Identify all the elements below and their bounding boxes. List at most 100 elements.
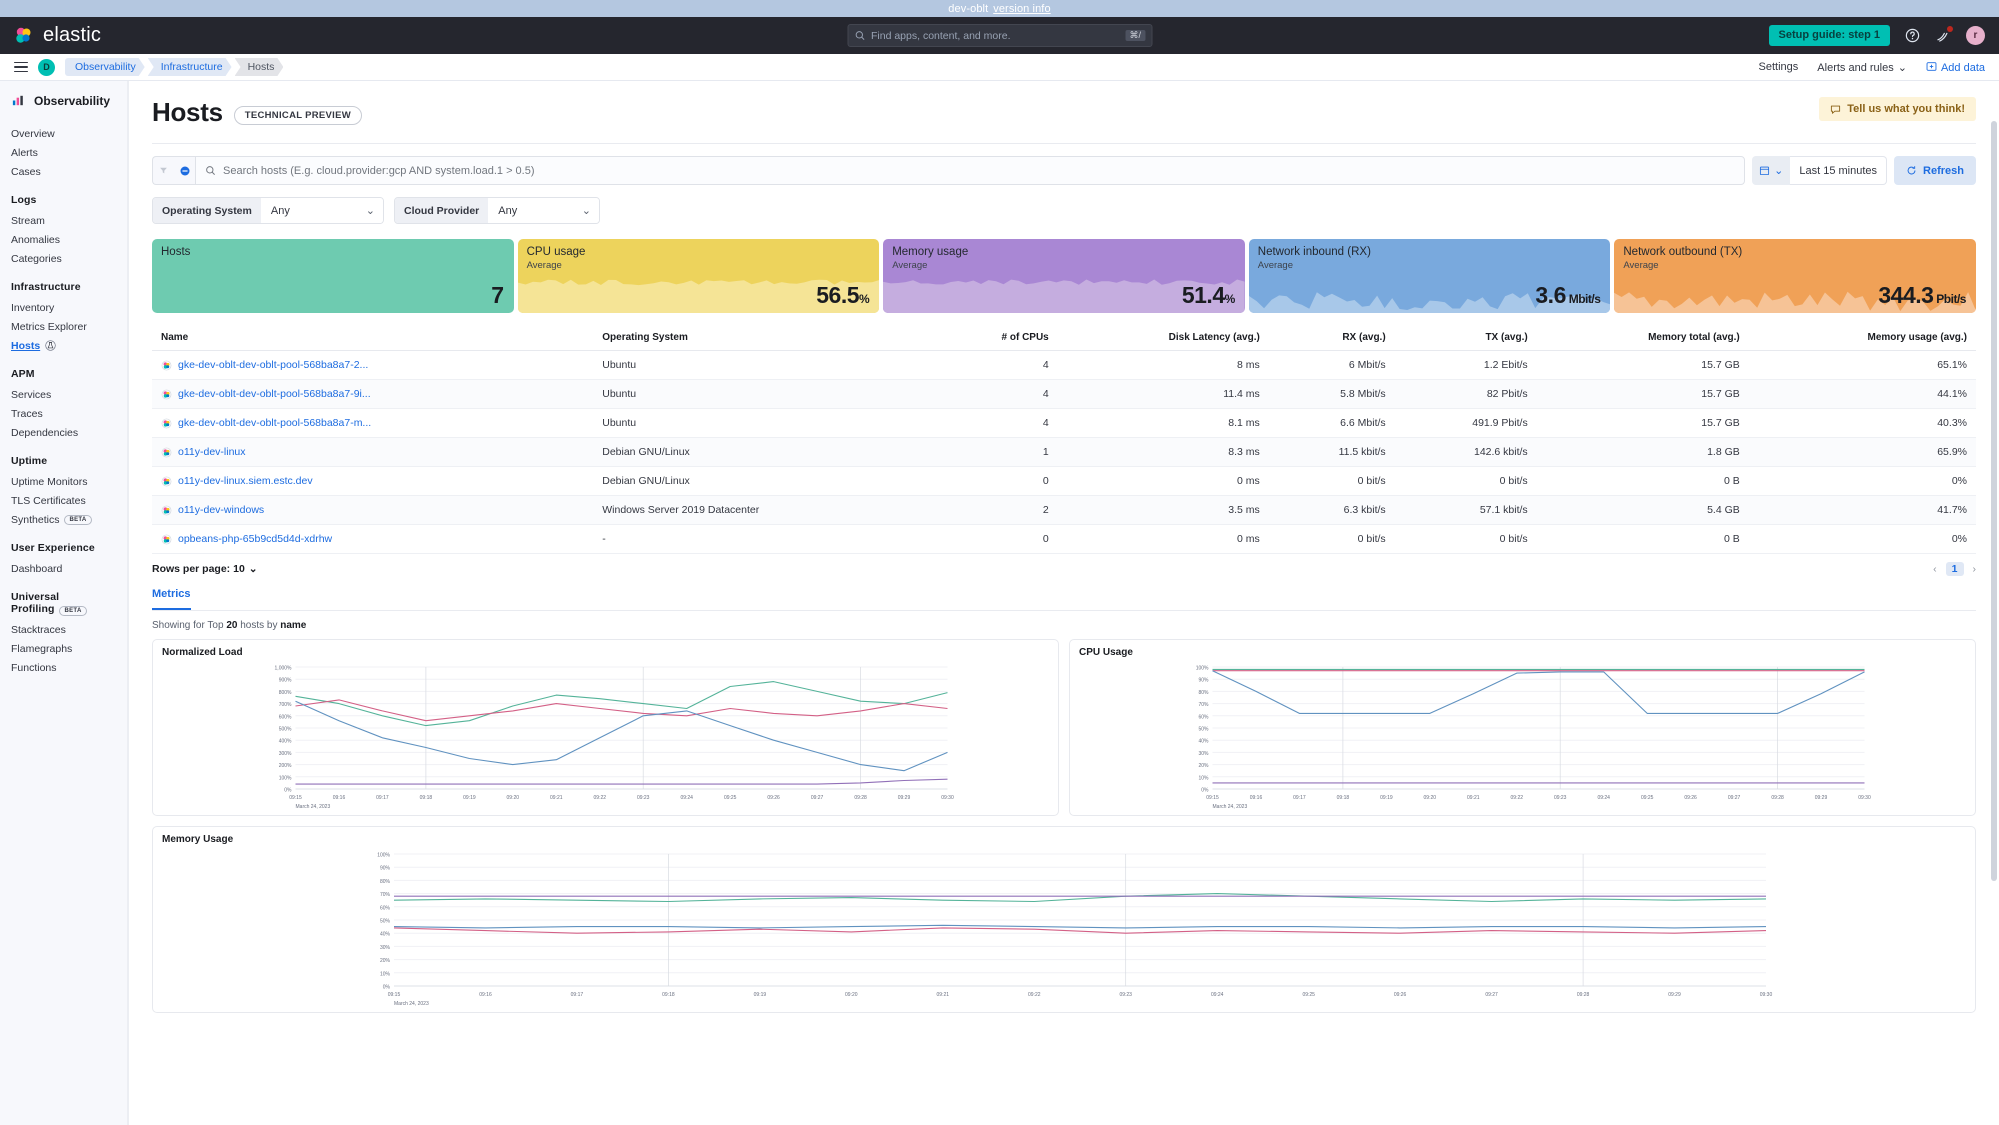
svg-text:09:23: 09:23	[1554, 795, 1567, 801]
sidebar-item-anomalies[interactable]: Anomalies	[11, 230, 127, 249]
sidebar-item-synthetics[interactable]: Synthetics BETA	[11, 510, 127, 529]
kpi-card-cpu-usage[interactable]: CPU usage Average 56.5%	[517, 239, 880, 313]
chart-card-memory-usage[interactable]: Memory Usage 100% 90% 80% 70% 60% 50% 40% 30% 20…	[152, 826, 1976, 1013]
svg-text:09:22: 09:22	[1028, 992, 1041, 998]
add-data-button[interactable]: Add data	[1926, 61, 1985, 74]
sidebar-item-cases[interactable]: Cases	[11, 162, 127, 181]
host-name-link[interactable]: opbeans-php-65b9cd5d4d-xdrhw	[178, 533, 332, 545]
global-search-input[interactable]: Find apps, content, and more. ⌘/	[847, 24, 1152, 47]
host-name-link[interactable]: o11y-dev-windows	[178, 504, 264, 516]
kpi-card-network-outbound-tx-[interactable]: Network outbound (TX) Average 344.3 Pbit/s	[1614, 239, 1976, 313]
help-icon[interactable]	[1904, 27, 1921, 44]
sidebar-item-traces[interactable]: Traces	[11, 404, 127, 423]
host-name-cell: o11y-dev-linux.siem.estc.dev	[161, 475, 584, 487]
showing-note: Showing for Top 20 hosts by name	[152, 620, 1976, 631]
breadcrumb-item-hosts[interactable]: Hosts	[235, 58, 284, 76]
host-name-link[interactable]: gke-dev-oblt-dev-oblt-pool-568ba8a7-m...	[178, 417, 371, 429]
chart-card-normalized-load[interactable]: Normalized Load 1,000% 900% 800% 700% 600% 50…	[152, 639, 1059, 816]
feedback-button[interactable]: Tell us what you think!	[1819, 97, 1976, 121]
settings-link[interactable]: Settings	[1759, 61, 1799, 73]
showing-note-field: name	[280, 620, 307, 631]
sidebar-item-stacktraces[interactable]: Stacktraces	[11, 620, 127, 639]
column-header-tx-avg[interactable]: TX (avg.)	[1394, 327, 1537, 351]
sidebar-item-label: Overview	[11, 127, 55, 140]
kpi-card-network-inbound-rx-[interactable]: Network inbound (RX) Average 3.6 Mbit/s	[1248, 239, 1611, 313]
table-row[interactable]: o11y-dev-windows Windows Server 2019 Data…	[152, 495, 1976, 525]
page-number-1[interactable]: 1	[1945, 562, 1964, 576]
alerts-and-rules-menu[interactable]: Alerts and rules ⌄	[1817, 61, 1907, 74]
filter-operating-system[interactable]: Operating System Any ⌄	[152, 197, 384, 224]
rows-per-page-selector[interactable]: Rows per page: 10 ⌄	[152, 563, 258, 575]
news-feed-icon[interactable]	[1935, 26, 1953, 44]
main-scrollbar[interactable]	[1991, 81, 1998, 1125]
svg-text:80%: 80%	[1198, 690, 1209, 696]
date-range-value[interactable]: Last 15 minutes	[1790, 156, 1888, 185]
sidebar-item-dependencies[interactable]: Dependencies	[11, 423, 127, 442]
scrollbar-thumb[interactable]	[1991, 121, 1997, 881]
setup-guide-button[interactable]: Setup guide: step 1	[1768, 25, 1890, 46]
host-name-link[interactable]: o11y-dev-linux.siem.estc.dev	[178, 475, 313, 487]
table-row[interactable]: gke-dev-oblt-dev-oblt-pool-568ba8a7-9i..…	[152, 379, 1976, 409]
space-avatar[interactable]: D	[38, 58, 55, 76]
column-header-disk-latency-avg[interactable]: Disk Latency (avg.)	[1057, 327, 1269, 351]
sidebar-item-tls-certificates[interactable]: TLS Certificates	[11, 491, 127, 510]
calendar-icon	[1760, 166, 1770, 176]
breadcrumb-item-infrastructure[interactable]: Infrastructure	[148, 58, 232, 76]
host-name-link[interactable]: gke-dev-oblt-dev-oblt-pool-568ba8a7-9i..…	[178, 388, 371, 400]
version-info-link[interactable]: version info	[993, 3, 1050, 15]
cell-disk-latency: 0 ms	[1057, 524, 1269, 554]
refresh-label: Refresh	[1923, 164, 1964, 177]
sidebar-item-label: Categories	[11, 252, 62, 265]
cell-disk-latency: 3.5 ms	[1057, 495, 1269, 525]
sidebar-item-stream[interactable]: Stream	[11, 211, 127, 230]
table-row[interactable]: o11y-dev-linux Debian GNU/Linux 1 8.3 ms 11.…	[152, 437, 1976, 467]
date-quick-select-button[interactable]: ⌄	[1752, 156, 1791, 185]
sidebar-item-overview[interactable]: Overview	[11, 124, 127, 143]
sidebar-item-metrics-explorer[interactable]: Metrics Explorer	[11, 317, 127, 336]
previous-page-button[interactable]: ‹	[1933, 563, 1937, 575]
chart-card-cpu-usage[interactable]: CPU Usage 100% 90% 80% 70% 60% 50% 40% 30% 20% 10…	[1069, 639, 1976, 816]
svg-text:09:21: 09:21	[550, 795, 563, 801]
table-row[interactable]: o11y-dev-linux.siem.estc.dev Debian GNU/L…	[152, 466, 1976, 496]
column-header-memory-usage-avg[interactable]: Memory usage (avg.)	[1748, 327, 1976, 351]
sidebar-item-functions[interactable]: Functions	[11, 658, 127, 677]
breadcrumb-item-observability[interactable]: Observability	[65, 58, 145, 76]
column-header-name[interactable]: Name	[152, 327, 594, 351]
host-name-cell: opbeans-php-65b9cd5d4d-xdrhw	[161, 533, 584, 545]
table-row[interactable]: gke-dev-oblt-dev-oblt-pool-568ba8a7-2...…	[152, 350, 1976, 380]
filter-cp-value[interactable]: Any ⌄	[488, 198, 599, 223]
column-header--of-cpus[interactable]: # of CPUs	[931, 327, 1058, 351]
column-header-operating-system[interactable]: Operating System	[593, 327, 932, 351]
sidebar-item-alerts[interactable]: Alerts	[11, 143, 127, 162]
sidebar-item-flamegraphs[interactable]: Flamegraphs	[11, 639, 127, 658]
sidebar-item-hosts[interactable]: Hosts	[11, 336, 127, 355]
column-header-memory-total-avg[interactable]: Memory total (avg.)	[1536, 327, 1749, 351]
filter-cloud-provider[interactable]: Cloud Provider Any ⌄	[394, 197, 600, 224]
saved-query-icon[interactable]	[174, 165, 195, 177]
svg-text:90%: 90%	[380, 866, 391, 872]
sidebar-item-dashboard[interactable]: Dashboard	[11, 559, 127, 578]
svg-text:1,000%: 1,000%	[275, 666, 293, 672]
table-row[interactable]: opbeans-php-65b9cd5d4d-xdrhw -0 0 ms 0 bit/…	[152, 524, 1976, 554]
chevron-down-icon: ⌄	[1774, 165, 1784, 177]
sidebar-item-inventory[interactable]: Inventory	[11, 298, 127, 317]
column-header-rx-avg[interactable]: RX (avg.)	[1268, 327, 1395, 351]
table-row[interactable]: gke-dev-oblt-dev-oblt-pool-568ba8a7-m...…	[152, 408, 1976, 438]
sidebar-item-categories[interactable]: Categories	[11, 249, 127, 268]
next-page-button[interactable]: ›	[1973, 563, 1977, 575]
svg-text:09:29: 09:29	[1668, 992, 1681, 998]
refresh-button[interactable]: Refresh	[1894, 156, 1976, 185]
elastic-brand[interactable]: elastic	[14, 24, 101, 47]
kpi-card-hosts[interactable]: Hosts 7	[152, 239, 514, 313]
menu-toggle-icon[interactable]	[14, 61, 28, 73]
filter-icon[interactable]	[153, 166, 174, 175]
sidebar-item-services[interactable]: Services	[11, 385, 127, 404]
sidebar-item-uptime-monitors[interactable]: Uptime Monitors	[11, 472, 127, 491]
hosts-search-input[interactable]: Search hosts (E.g. cloud.provider:gcp AN…	[195, 156, 1746, 185]
kpi-card-memory-usage[interactable]: Memory usage Average 51.4%	[883, 239, 1245, 313]
host-name-link[interactable]: gke-dev-oblt-dev-oblt-pool-568ba8a7-2...	[178, 359, 368, 371]
filter-os-value[interactable]: Any ⌄	[260, 198, 383, 223]
user-avatar[interactable]: r	[1966, 26, 1985, 45]
host-name-link[interactable]: o11y-dev-linux	[178, 446, 246, 458]
tab-metrics[interactable]: Metrics	[152, 588, 191, 610]
